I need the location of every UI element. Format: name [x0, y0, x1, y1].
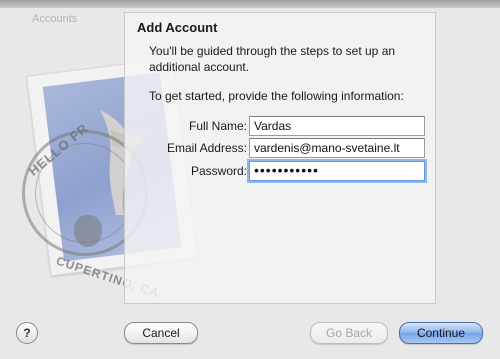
password-field[interactable]: ••••••••••• — [249, 161, 425, 181]
full-name-field[interactable]: Vardas — [249, 116, 425, 136]
go-back-button[interactable]: Go Back — [310, 322, 388, 344]
prompt-text: To get started, provide the following in… — [149, 89, 404, 103]
email-label: Email Address: — [166, 141, 247, 155]
add-account-panel: Add Account You'll be guided through the… — [124, 12, 436, 304]
email-field[interactable]: vardenis@mano-svetaine.lt — [249, 138, 425, 158]
window-top-bar — [0, 0, 500, 8]
cancel-button[interactable]: Cancel — [124, 322, 198, 344]
email-row: Email Address: vardenis@mano-svetaine.lt — [125, 138, 435, 158]
full-name-row: Full Name: Vardas — [125, 116, 435, 136]
password-row: Password: ••••••••••• — [125, 161, 435, 181]
intro-text: You'll be guided through the steps to se… — [149, 44, 396, 74]
continue-button[interactable]: Continue — [399, 322, 483, 344]
full-name-label: Full Name: — [188, 119, 247, 133]
accounts-background-label: Accounts — [32, 13, 78, 25]
password-label: Password: — [190, 164, 247, 178]
help-button[interactable]: ? — [16, 322, 38, 344]
apple-logo-icon — [74, 215, 102, 247]
page-title: Add Account — [137, 20, 218, 35]
